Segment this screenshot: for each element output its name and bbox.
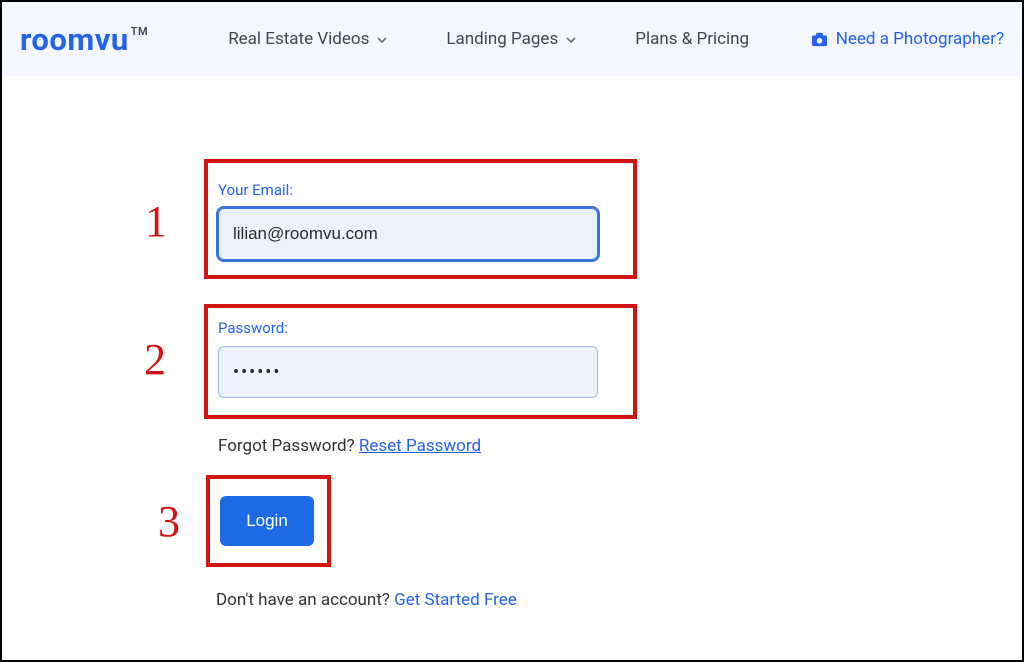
logo[interactable]: roomvu TM — [20, 21, 148, 58]
reset-password-link[interactable]: Reset Password — [359, 436, 481, 456]
forgot-password-row: Forgot Password? Reset Password — [218, 436, 481, 456]
password-label: Password: — [218, 319, 288, 337]
nav-landing-pages[interactable]: Landing Pages — [446, 29, 575, 49]
top-nav: roomvu TM Real Estate Videos Landing Pag… — [2, 2, 1022, 76]
nav-label: Real Estate Videos — [228, 29, 369, 49]
need-photographer-link[interactable]: Need a Photographer? — [811, 29, 1004, 49]
annotation-step-1: 1 — [145, 196, 167, 247]
chevron-down-icon — [376, 34, 386, 44]
forgot-password-text: Forgot Password? — [218, 436, 359, 456]
nav-real-estate-videos[interactable]: Real Estate Videos — [228, 29, 386, 49]
email-input[interactable] — [218, 208, 598, 260]
password-input[interactable]: •••••• — [218, 346, 598, 398]
password-mask: •••••• — [233, 362, 281, 383]
nav-label: Landing Pages — [446, 29, 558, 49]
login-button[interactable]: Login — [220, 496, 314, 546]
annotation-step-3: 3 — [158, 496, 180, 547]
need-photographer-label: Need a Photographer? — [836, 29, 1004, 49]
annotation-step-2: 2 — [144, 334, 166, 385]
signup-row: Don't have an account? Get Started Free — [216, 590, 517, 610]
chevron-down-icon — [565, 34, 575, 44]
email-label: Your Email: — [218, 181, 293, 199]
signup-text: Don't have an account? — [216, 590, 394, 610]
logo-trademark: TM — [131, 25, 148, 38]
nav-plans-pricing[interactable]: Plans & Pricing — [635, 29, 749, 49]
get-started-link[interactable]: Get Started Free — [394, 590, 517, 610]
logo-text: roomvu — [20, 21, 129, 58]
camera-icon — [811, 32, 828, 47]
nav-label: Plans & Pricing — [635, 29, 749, 49]
